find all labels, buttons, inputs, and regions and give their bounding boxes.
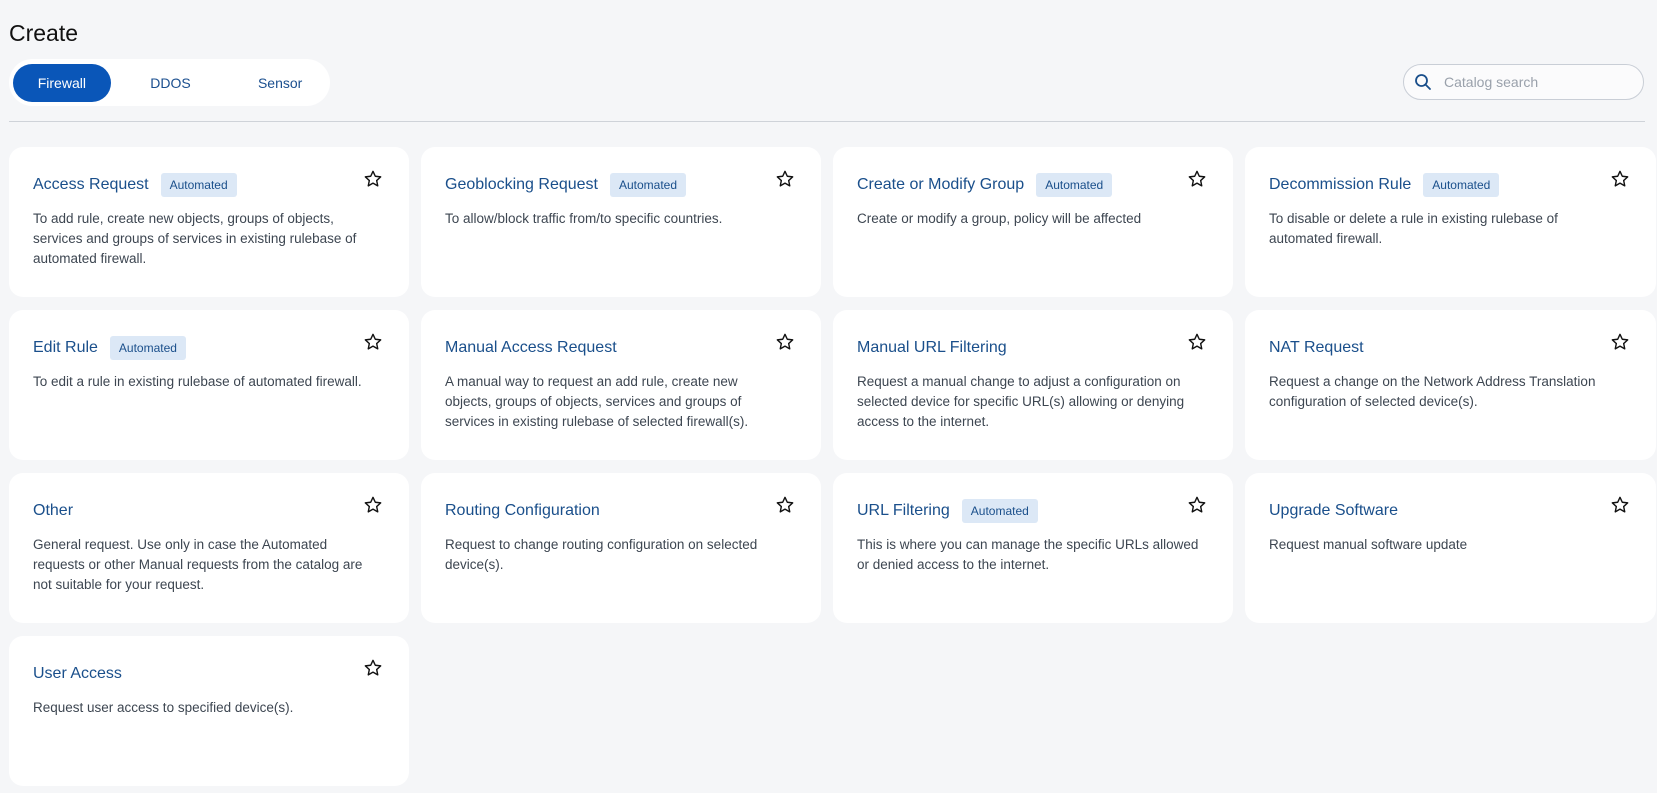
star-icon[interactable] [1187,495,1207,515]
catalog-card-edit-rule[interactable]: Edit Rule Automated To edit a rule in ex… [9,310,409,460]
tab-ddos[interactable]: DDOS [111,64,231,102]
star-icon[interactable] [363,332,383,352]
card-header: Upgrade Software [1269,497,1632,525]
card-header: Other [33,497,385,525]
card-header: Access Request Automated [33,171,385,199]
card-description: Request user access to specified device(… [33,700,294,715]
catalog-card-access-request[interactable]: Access Request Automated To add rule, cr… [9,147,409,297]
catalog-card-other[interactable]: Other General request. Use only in case … [9,473,409,623]
catalog-card-url-filtering[interactable]: URL Filtering Automated This is where yo… [833,473,1233,623]
catalog-card-manual-url-filtering[interactable]: Manual URL Filtering Request a manual ch… [833,310,1233,460]
catalog-card-create-or-modify-group[interactable]: Create or Modify Group Automated Create … [833,147,1233,297]
catalog-card-upgrade-software[interactable]: Upgrade Software Request manual software… [1245,473,1656,623]
star-icon[interactable] [775,495,795,515]
card-title[interactable]: Create or Modify Group [857,176,1024,194]
page-title: Create [9,20,79,47]
automated-badge: Automated [1423,173,1500,197]
card-description: Request to change routing configuration … [445,537,758,572]
card-title[interactable]: Edit Rule [33,339,98,357]
card-title[interactable]: Upgrade Software [1269,502,1398,520]
card-description: To allow/block traffic from/to specific … [445,211,723,226]
card-title[interactable]: Routing Configuration [445,502,600,520]
star-icon[interactable] [1187,332,1207,352]
card-description: Create or modify a group, policy will be… [857,211,1142,226]
card-header: Geoblocking Request Automated [445,171,797,199]
divider [9,121,1645,122]
card-title[interactable]: NAT Request [1269,339,1364,357]
card-description: Request manual software update [1269,537,1468,552]
catalog-tabs: Firewall DDOS Sensor [9,59,330,106]
card-description: A manual way to request an add rule, cre… [445,374,749,429]
catalog-grid: Access Request Automated To add rule, cr… [9,147,1656,786]
star-icon[interactable] [1610,332,1630,352]
card-description: To add rule, create new objects, groups … [33,211,357,266]
search-input[interactable] [1442,73,1636,91]
card-description: To disable or delete a rule in existing … [1269,211,1558,246]
card-title[interactable]: Other [33,502,73,520]
automated-badge: Automated [1036,173,1113,197]
star-icon[interactable] [775,169,795,189]
card-header: URL Filtering Automated [857,497,1209,525]
catalog-card-decommission-rule[interactable]: Decommission Rule Automated To disable o… [1245,147,1656,297]
card-title[interactable]: Geoblocking Request [445,176,598,194]
star-icon[interactable] [363,495,383,515]
catalog-card-user-access[interactable]: User Access Request user access to speci… [9,636,409,786]
automated-badge: Automated [109,336,186,360]
star-icon[interactable] [1187,169,1207,189]
star-icon[interactable] [363,658,383,678]
automated-badge: Automated [961,499,1038,523]
tab-firewall[interactable]: Firewall [13,63,111,102]
card-title[interactable]: Manual Access Request [445,339,617,357]
card-header: Decommission Rule Automated [1269,171,1632,199]
card-title[interactable]: URL Filtering [857,502,950,520]
star-icon[interactable] [1610,495,1630,515]
catalog-card-geoblocking-request[interactable]: Geoblocking Request Automated To allow/b… [421,147,821,297]
automated-badge: Automated [160,173,237,197]
card-title[interactable]: User Access [33,665,122,683]
star-icon[interactable] [363,169,383,189]
card-header: Routing Configuration [445,497,797,525]
card-title[interactable]: Access Request [33,176,149,194]
catalog-card-routing-configuration[interactable]: Routing Configuration Request to change … [421,473,821,623]
tab-sensor[interactable]: Sensor [230,64,330,102]
catalog-card-manual-access-request[interactable]: Manual Access Request A manual way to re… [421,310,821,460]
automated-badge: Automated [609,173,687,197]
card-title[interactable]: Decommission Rule [1269,176,1411,194]
star-icon[interactable] [775,332,795,352]
star-icon[interactable] [1610,169,1630,189]
card-header: NAT Request [1269,334,1632,362]
card-title[interactable]: Manual URL Filtering [857,339,1007,357]
catalog-card-nat-request[interactable]: NAT Request Request a change on the Netw… [1245,310,1656,460]
card-description: To edit a rule in existing rulebase of a… [33,374,362,389]
search-icon[interactable] [1414,73,1432,91]
card-header: User Access [33,660,385,688]
card-description: Request a change on the Network Address … [1269,374,1596,409]
card-description: General request. Use only in case the Au… [33,537,363,592]
card-header: Create or Modify Group Automated [857,171,1209,199]
card-header: Edit Rule Automated [33,334,385,362]
card-header: Manual URL Filtering [857,334,1209,362]
catalog-search [1403,64,1644,100]
card-description: Request a manual change to adjust a conf… [857,374,1185,429]
card-header: Manual Access Request [445,334,797,362]
card-description: This is where you can manage the specifi… [857,537,1199,572]
